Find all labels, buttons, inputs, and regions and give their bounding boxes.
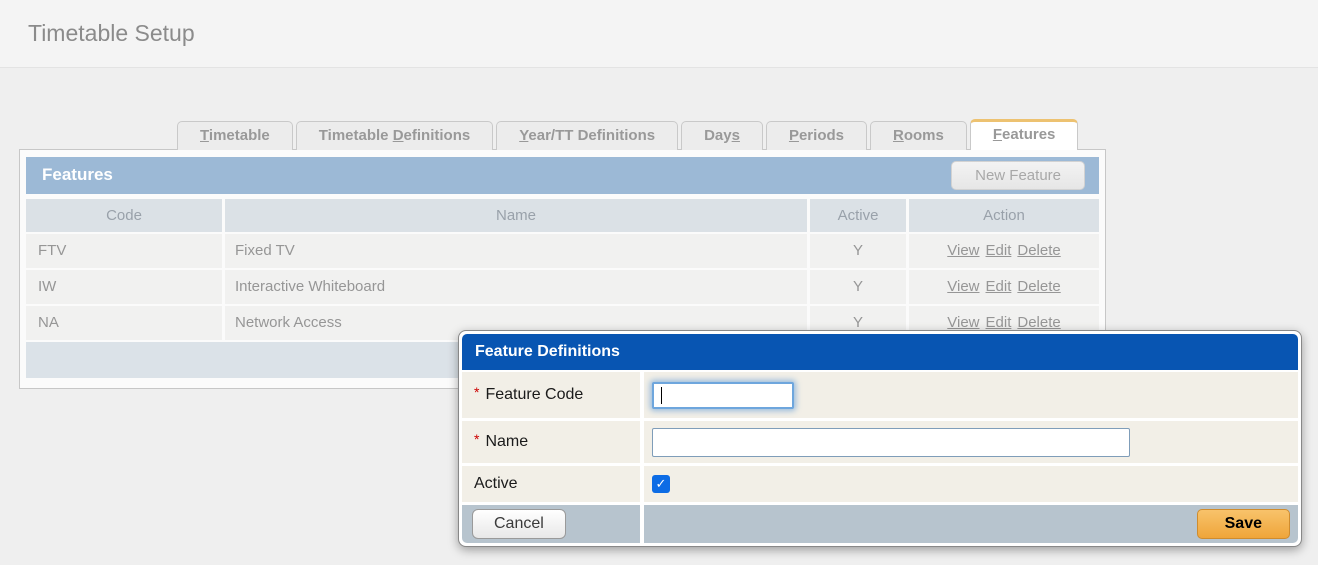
tab-timetable[interactable]: Timetable (177, 121, 293, 150)
app-header: Timetable Setup (0, 0, 1318, 68)
view-link[interactable]: View (947, 314, 979, 331)
cell-name: Fixed TV (225, 234, 807, 268)
column-header-action: Action (909, 199, 1099, 232)
feature-code-row: * Feature Code (462, 372, 1298, 418)
screen: Timetable Setup Timetable Timetable Defi… (0, 0, 1318, 565)
cell-code: NA (26, 306, 222, 340)
feature-code-field-cell (644, 372, 1298, 418)
feature-code-input[interactable] (652, 382, 794, 409)
table-header-row: Code Name Active Action (26, 199, 1099, 232)
name-field-cell (644, 421, 1298, 463)
cell-active: Y (810, 270, 906, 304)
cell-action: View Edit Delete (909, 270, 1099, 304)
active-field-cell: ✓ (644, 466, 1298, 502)
edit-link[interactable]: Edit (986, 314, 1012, 331)
feature-code-label: * Feature Code (462, 372, 640, 418)
tab-year-tt-definitions[interactable]: Year/TT Definitions (496, 121, 678, 150)
modal-footer: Cancel Save (462, 505, 1298, 543)
column-header-code: Code (26, 199, 222, 232)
new-feature-button[interactable]: New Feature (951, 161, 1085, 190)
cell-active: Y (810, 234, 906, 268)
tab-rooms[interactable]: Rooms (870, 121, 967, 150)
required-asterisk: * (474, 384, 479, 400)
modal-footer-left: Cancel (462, 505, 640, 543)
active-label: Active (462, 466, 640, 502)
name-row: * Name (462, 421, 1298, 463)
features-panel-header: Features New Feature (26, 157, 1099, 194)
tab-features[interactable]: Features (970, 119, 1079, 150)
feature-code-input-wrap (652, 382, 794, 409)
active-checkbox[interactable]: ✓ (652, 475, 670, 493)
active-row: Active ✓ (462, 466, 1298, 502)
cell-code: IW (26, 270, 222, 304)
cell-code: FTV (26, 234, 222, 268)
page-title: Timetable Setup (28, 20, 195, 47)
view-link[interactable]: View (947, 278, 979, 295)
table-row: FTV Fixed TV Y View Edit Delete (26, 234, 1099, 268)
save-button[interactable]: Save (1197, 509, 1290, 539)
view-link[interactable]: View (947, 242, 979, 259)
cell-action: View Edit Delete (909, 234, 1099, 268)
required-asterisk: * (474, 431, 479, 447)
edit-link[interactable]: Edit (986, 278, 1012, 295)
name-input[interactable] (652, 428, 1130, 457)
feature-definitions-modal: Feature Definitions * Feature Code * Nam… (458, 330, 1302, 547)
name-label: * Name (462, 421, 640, 463)
column-header-active: Active (810, 199, 906, 232)
features-panel-title: Features (42, 165, 113, 185)
delete-link[interactable]: Delete (1017, 278, 1060, 295)
modal-title: Feature Definitions (462, 334, 1298, 370)
tab-timetable-definitions[interactable]: Timetable Definitions (296, 121, 493, 150)
tabbar: Timetable Timetable Definitions Year/TT … (177, 119, 1078, 150)
cell-name: Interactive Whiteboard (225, 270, 807, 304)
cancel-button[interactable]: Cancel (472, 509, 566, 539)
tab-days[interactable]: Days (681, 121, 763, 150)
table-row: IW Interactive Whiteboard Y View Edit Dele… (26, 270, 1099, 304)
column-header-name: Name (225, 199, 807, 232)
edit-link[interactable]: Edit (986, 242, 1012, 259)
modal-footer-right: Save (644, 505, 1298, 543)
delete-link[interactable]: Delete (1017, 242, 1060, 259)
delete-link[interactable]: Delete (1017, 314, 1060, 331)
tab-periods[interactable]: Periods (766, 121, 867, 150)
text-caret (661, 387, 662, 404)
